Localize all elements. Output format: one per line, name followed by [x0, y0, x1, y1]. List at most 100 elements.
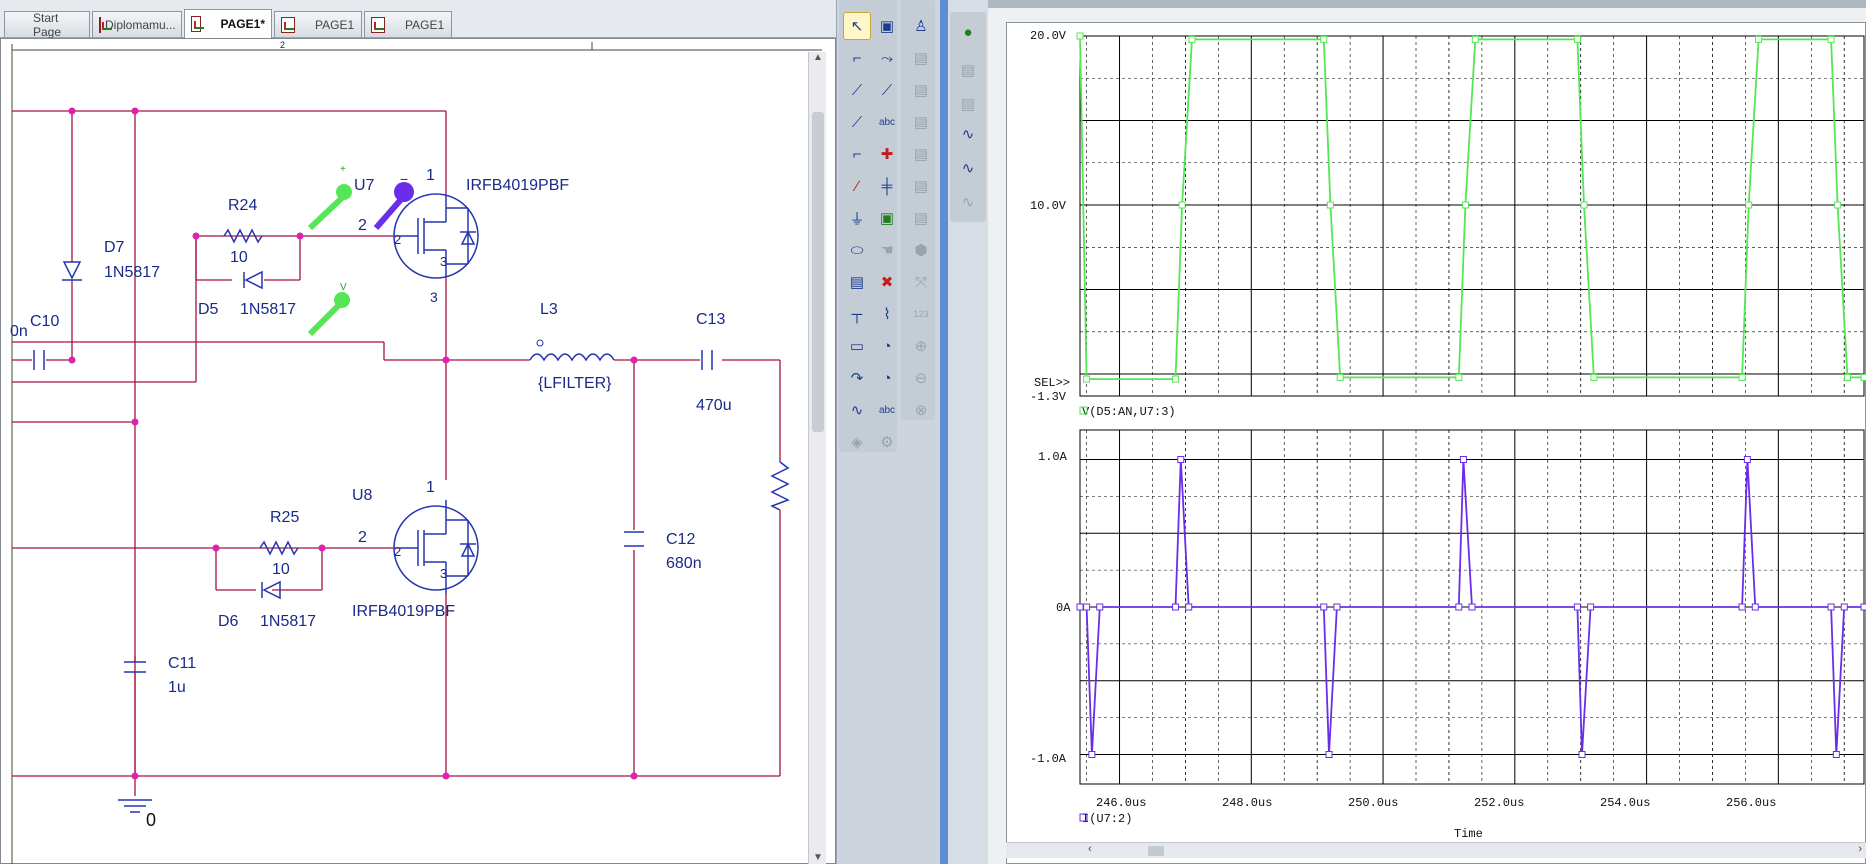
u8-pin2: 2 [358, 529, 367, 546]
scroll-thumb[interactable] [812, 112, 824, 432]
ground-label: 0 [146, 810, 156, 830]
hier-port-icon[interactable]: ╪ [873, 172, 901, 200]
arc-tool-icon[interactable]: ◔ [873, 364, 901, 392]
voltage-probes[interactable] [307, 182, 414, 337]
disabled-tool-icon: ⬢ [914, 242, 928, 259]
voltage-point-marker [1755, 35, 1763, 43]
ground-icon[interactable]: ⏚ [843, 204, 871, 232]
voltage-point-marker [1326, 201, 1334, 209]
add-trace-icon[interactable]: ∿ [954, 154, 982, 182]
waveform-icon[interactable]: ∿ [843, 396, 871, 424]
current-point-marker [1088, 751, 1096, 758]
u8-pin1: 1 [426, 479, 435, 496]
plot-doc-icon[interactable]: ▤ [954, 56, 982, 84]
l3-value: {LFILTER} [538, 375, 612, 392]
polyline-icon[interactable]: ⌇ [873, 300, 901, 328]
voltage-legend: V(D5:AN,U7:3) [1082, 405, 1176, 419]
scroll-down-icon[interactable]: ▼ [812, 852, 824, 864]
plot-labels: 20.0V 10.0V SEL>> -1.3V V(D5:AN,U7:3) 1.… [1030, 29, 1776, 841]
bezier-icon[interactable]: ↷ [843, 364, 871, 392]
scroll-up-icon[interactable]: ▲ [812, 52, 824, 64]
disabled-tool-icon: ▤ [913, 50, 929, 67]
probe-plus-label: + [340, 164, 346, 175]
place-net-icon[interactable]: ♙ [907, 12, 935, 40]
schematic-canvas[interactable]: 2 0n C10 D7 1N5817 R24 10 D5 1N5817 U7 I… [0, 0, 836, 864]
current-point-marker [1459, 456, 1467, 463]
u7-pin3b: 3 [440, 254, 447, 269]
line-icon[interactable]: ┬ [843, 300, 871, 328]
c10-ref: C10 [30, 313, 59, 330]
current-point-marker [1185, 603, 1193, 611]
u7-pin2: 2 [358, 217, 367, 234]
schematic-pane: Start Page Diplomamu... PAGE1* PAGE1 PAG… [0, 0, 940, 864]
plot-horizontal-scrollbar[interactable]: ‹ › [1006, 842, 1866, 858]
scroll-left-icon[interactable]: ‹ [1088, 843, 1092, 855]
simulation-run-icon[interactable]: ● [954, 18, 982, 46]
voltage-point-marker [1745, 201, 1753, 209]
probe-u7-green[interactable] [307, 193, 347, 231]
l3-dot-icon [536, 339, 544, 347]
delete-icon[interactable]: ✖ [873, 268, 901, 296]
x-tick-250: 250.0us [1348, 796, 1398, 810]
d7-ref: D7 [104, 239, 125, 256]
current-point-marker [1172, 603, 1180, 611]
schematic-vertical-scrollbar[interactable]: ▲ ▼ [808, 52, 826, 864]
plot-doc-icon[interactable]: ▤ [954, 90, 982, 118]
scroll-right-icon[interactable]: › [1858, 843, 1862, 855]
disabled-tool-icon: ▤ [913, 114, 929, 131]
bus-entry-icon[interactable]: ⟋ [873, 76, 901, 104]
arc-icon[interactable]: ◔ [873, 332, 901, 360]
l3-ref: L3 [540, 301, 558, 318]
net-label-icon[interactable]: ⟋ [843, 108, 871, 136]
probe-v-label: V [340, 282, 347, 293]
x-tick-256: 256.0us [1726, 796, 1776, 810]
junction-icon[interactable]: ⌐ [843, 140, 871, 168]
voltage-point-marker [1860, 373, 1866, 381]
probe-green-tip-icon [334, 292, 350, 308]
net-alias-icon[interactable]: ⤳ [873, 44, 901, 72]
no-connect-icon[interactable]: ✚ [873, 140, 901, 168]
x-tick-252: 252.0us [1474, 796, 1524, 810]
draw-tool-palette: ↖ ▣ ♙ ⌐ ⤳ ▤ ⟋ ⟋ ▤ ⟋ abc ▤ ⌐ ✚ ▤ ∕ ╪ ▤ ⏚ … [836, 0, 940, 864]
power-icon[interactable]: ∕ [843, 172, 871, 200]
text-abc-icon[interactable]: abc [873, 108, 901, 136]
i-tick-1: 1.0A [1038, 450, 1068, 464]
d5-ref: D5 [198, 301, 219, 318]
off-page-icon[interactable]: ▣ [873, 204, 901, 232]
voltage-point-marker [1083, 375, 1091, 383]
voltage-point-marker [1455, 373, 1463, 381]
add-plot-icon[interactable]: ∿ [954, 120, 982, 148]
plot-traces [1076, 32, 1866, 758]
u7-pin2b: 2 [394, 232, 401, 247]
current-point-marker [1325, 751, 1333, 758]
place-part-icon[interactable]: ▣ [873, 12, 901, 40]
ellipse-icon[interactable]: ⬭ [843, 236, 871, 264]
probe-midpoint-green[interactable] [307, 301, 343, 337]
voltage-point-marker [1320, 35, 1328, 43]
current-point-marker [1083, 603, 1091, 611]
u7-pin1: 1 [426, 167, 435, 184]
r25-value: 10 [272, 561, 290, 578]
disabled-tool-icon: ▤ [913, 82, 929, 99]
text-add-icon[interactable]: abc [873, 396, 901, 424]
disabled-tool-icon: ☚ [880, 242, 894, 259]
voltage-point-marker [1590, 373, 1598, 381]
select-icon[interactable]: ↖ [843, 12, 871, 40]
current-point-marker [1096, 603, 1104, 611]
r25-ref: R25 [270, 509, 299, 526]
voltage-point-marker [1827, 35, 1835, 43]
d6-value: 1N5817 [260, 613, 316, 630]
current-point-marker [1333, 603, 1341, 611]
r24-value: 10 [230, 249, 248, 266]
wire-icon[interactable]: ⌐ [843, 44, 871, 72]
voltage-point-marker [1580, 201, 1588, 209]
plot-scroll-thumb[interactable] [1148, 846, 1164, 856]
pane-splitter[interactable] [940, 0, 948, 864]
bus-icon[interactable]: ⟋ [843, 76, 871, 104]
sheet-marker: 2 [280, 40, 285, 50]
probe-plot-canvas[interactable]: 20.0V 10.0V SEL>> -1.3V V(D5:AN,U7:3) 1.… [988, 0, 1866, 864]
wires [12, 110, 781, 796]
hier-block-icon[interactable]: ▤ [843, 268, 871, 296]
c13-ref: C13 [696, 311, 725, 328]
rectangle-icon[interactable]: ▭ [843, 332, 871, 360]
